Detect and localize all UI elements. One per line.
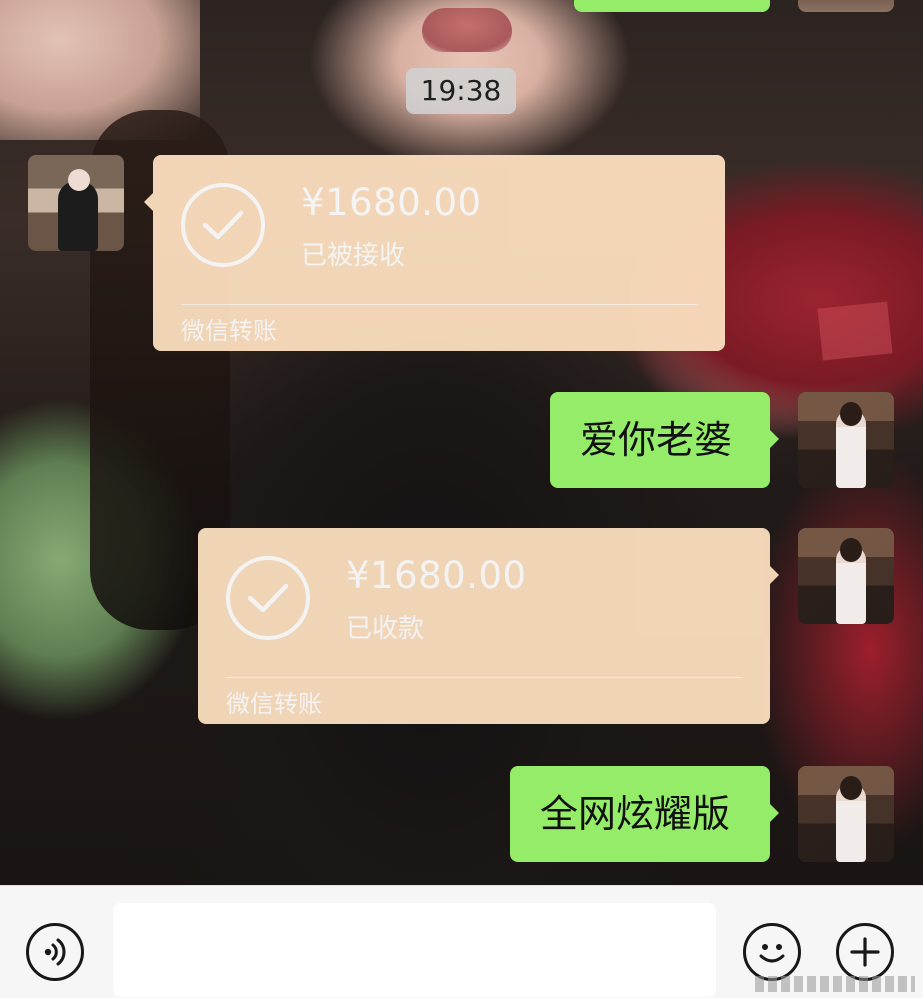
transfer-amount: ¥1680.00 <box>301 181 482 224</box>
transfer-label: 微信转账 <box>226 690 322 718</box>
emoji-icon[interactable] <box>743 923 801 981</box>
message-text: 全网炫耀版 <box>540 792 731 836</box>
watermark <box>755 976 915 992</box>
my-avatar[interactable] <box>798 766 894 862</box>
text-message-bubble[interactable]: 全网炫耀版 <box>510 766 779 862</box>
divider <box>226 677 742 678</box>
transfer-status: 已被接收 <box>301 241 406 271</box>
transfer-card[interactable]: ¥1680.00 已被接收 微信转账 <box>144 155 725 351</box>
previous-message-bubble[interactable] <box>574 0 770 12</box>
my-avatar[interactable] <box>798 392 894 488</box>
check-circle-icon <box>226 556 310 640</box>
transfer-label: 微信转账 <box>181 317 277 345</box>
transfer-card[interactable]: ¥1680.00 已收款 微信转账 <box>198 528 779 724</box>
plus-icon[interactable] <box>836 923 894 981</box>
divider <box>181 304 697 305</box>
time-divider: 19:38 <box>406 68 516 114</box>
message-input[interactable] <box>113 903 716 997</box>
voice-icon[interactable] <box>26 923 84 981</box>
avatar[interactable] <box>798 0 894 12</box>
text-message-bubble[interactable]: 爱你老婆 <box>550 392 779 488</box>
message-text: 爱你老婆 <box>580 418 733 462</box>
check-circle-icon <box>181 183 265 267</box>
transfer-status: 已收款 <box>346 614 425 644</box>
my-avatar[interactable] <box>798 528 894 624</box>
transfer-amount: ¥1680.00 <box>346 554 527 597</box>
chat-input-bar <box>0 885 923 998</box>
chat-background-photo <box>0 0 923 885</box>
contact-avatar[interactable] <box>28 155 124 251</box>
